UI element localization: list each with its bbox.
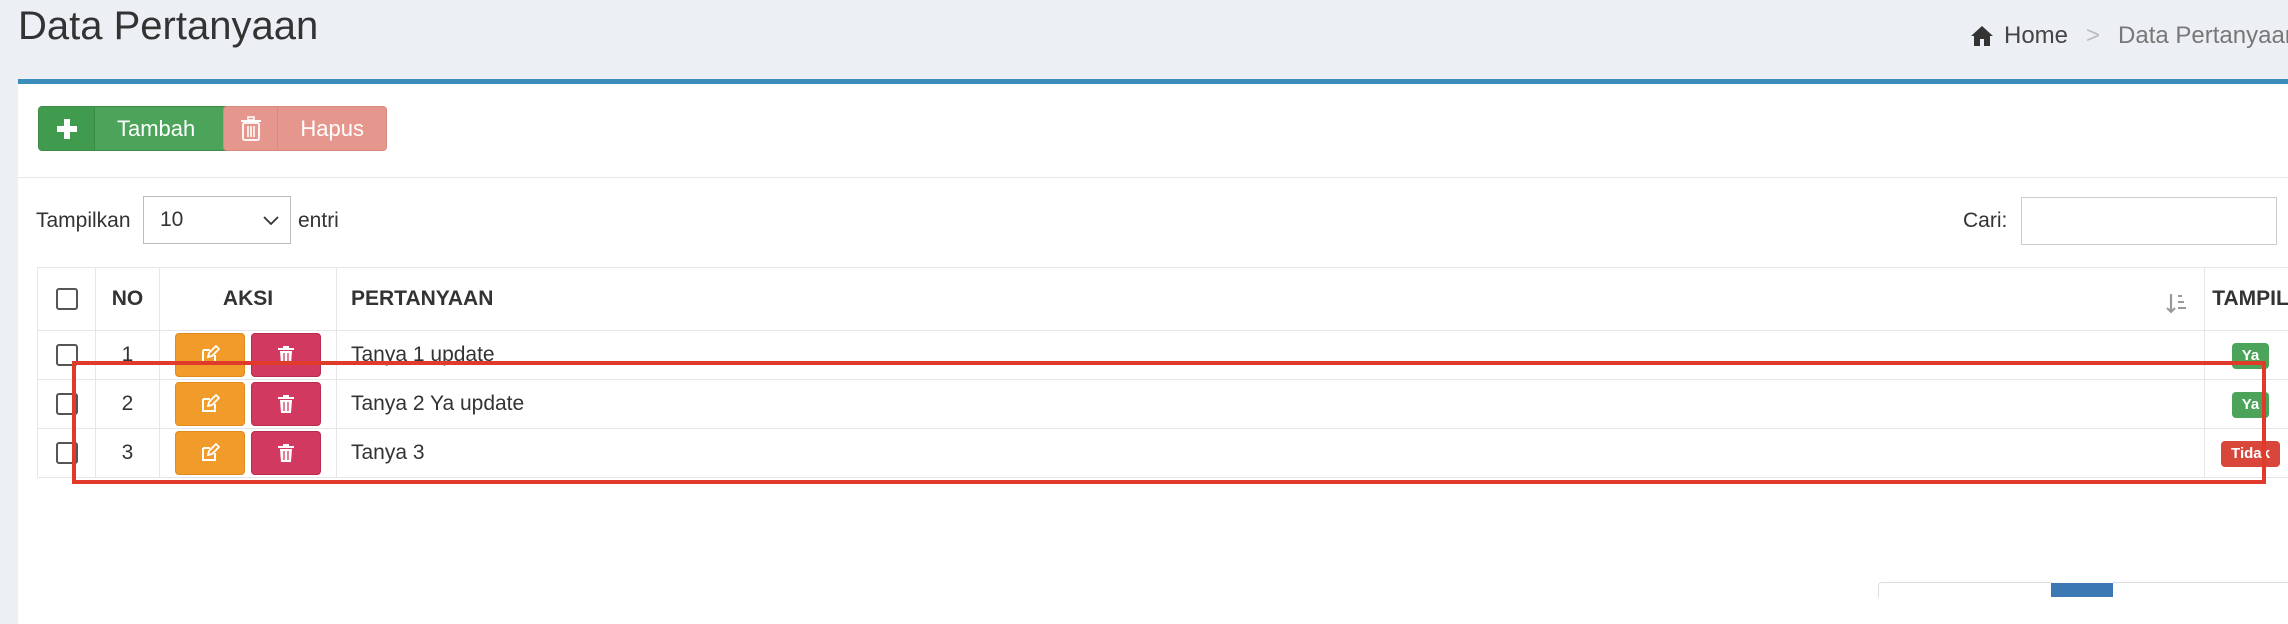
column-header-no[interactable]: NO: [96, 268, 160, 331]
row-select-cell: [38, 331, 96, 380]
add-button-label: Tambah: [95, 107, 217, 150]
table-row: 3: [38, 429, 2288, 478]
edit-button[interactable]: [175, 333, 245, 377]
status-badge: Ya: [2232, 343, 2270, 369]
pagination-next[interactable]: [2113, 582, 2288, 598]
column-header-pertanyaan-label: PERTANYAAN: [351, 287, 493, 310]
row-actions: [160, 429, 337, 478]
sort-icon[interactable]: [2166, 292, 2188, 314]
column-header-pertanyaan[interactable]: PERTANYAAN: [337, 268, 2205, 331]
search-label: Cari:: [1963, 209, 2007, 233]
length-label: Tampilkan: [36, 209, 131, 233]
edit-button[interactable]: [175, 431, 245, 475]
breadcrumb-home-link[interactable]: Home: [2004, 22, 2068, 50]
toolbar-divider: [18, 177, 2288, 178]
search-input[interactable]: [2021, 197, 2277, 245]
delete-row-button[interactable]: [251, 333, 321, 377]
row-number: 1: [96, 331, 160, 380]
select-all-cell: [38, 268, 96, 331]
row-checkbox[interactable]: [56, 344, 78, 366]
row-number: 2: [96, 380, 160, 429]
plus-icon: [39, 107, 95, 150]
table-row: 2: [38, 380, 2288, 429]
row-question: Tanya 2 Ya update: [337, 380, 2205, 429]
length-suffix: entri: [298, 209, 339, 233]
breadcrumb: Home > Data Pertanyaan: [1970, 22, 2288, 50]
delete-row-button[interactable]: [251, 431, 321, 475]
home-icon: [1970, 25, 1994, 47]
row-select-cell: [38, 380, 96, 429]
edit-icon: [200, 443, 220, 463]
delete-row-button[interactable]: [251, 382, 321, 426]
breadcrumb-current: Data Pertanyaan: [2118, 22, 2288, 50]
delete-button-label: Hapus: [278, 107, 386, 150]
edit-icon: [200, 345, 220, 365]
entries-select-value: 10: [160, 208, 183, 232]
row-actions: [160, 380, 337, 429]
row-actions: [160, 331, 337, 380]
table-row: 1: [38, 331, 2288, 380]
trash-icon: [278, 346, 294, 364]
breadcrumb-separator: >: [2086, 22, 2100, 50]
delete-button[interactable]: Hapus: [223, 106, 387, 151]
page-title: Data Pertanyaan: [18, 4, 318, 49]
row-status-cell: Ya: [2205, 331, 2288, 380]
trash-icon: [278, 395, 294, 413]
entries-select[interactable]: 10: [143, 196, 291, 244]
pagination-previous[interactable]: [1878, 582, 2052, 598]
row-select-cell: [38, 429, 96, 478]
row-number: 3: [96, 429, 160, 478]
row-status-cell: Ya: [2205, 380, 2288, 429]
trash-icon: [224, 107, 278, 150]
table-header-row: NO AKSI PERTANYAAN TAMPIL: [38, 268, 2288, 331]
edit-button[interactable]: [175, 382, 245, 426]
status-badge: Ya: [2232, 392, 2270, 418]
select-all-checkbox[interactable]: [56, 288, 78, 310]
row-question: Tanya 1 update: [337, 331, 2205, 380]
questions-table: NO AKSI PERTANYAAN TAMPIL 1: [37, 267, 2288, 478]
trash-icon: [278, 444, 294, 462]
pagination-current-page[interactable]: [2051, 583, 2113, 597]
row-checkbox[interactable]: [56, 393, 78, 415]
chevron-down-icon: [262, 211, 280, 229]
row-question: Tanya 3: [337, 429, 2205, 478]
add-button[interactable]: Tambah: [38, 106, 235, 151]
column-header-tampil[interactable]: TAMPIL: [2205, 268, 2288, 331]
column-header-aksi: AKSI: [160, 268, 337, 331]
row-status-cell: Tidak: [2205, 429, 2288, 478]
status-badge: Tidak: [2221, 441, 2280, 467]
content-box: Tambah Hapus Tampilkan 10 entri Cari:: [18, 79, 2288, 624]
row-checkbox[interactable]: [56, 442, 78, 464]
edit-icon: [200, 394, 220, 414]
